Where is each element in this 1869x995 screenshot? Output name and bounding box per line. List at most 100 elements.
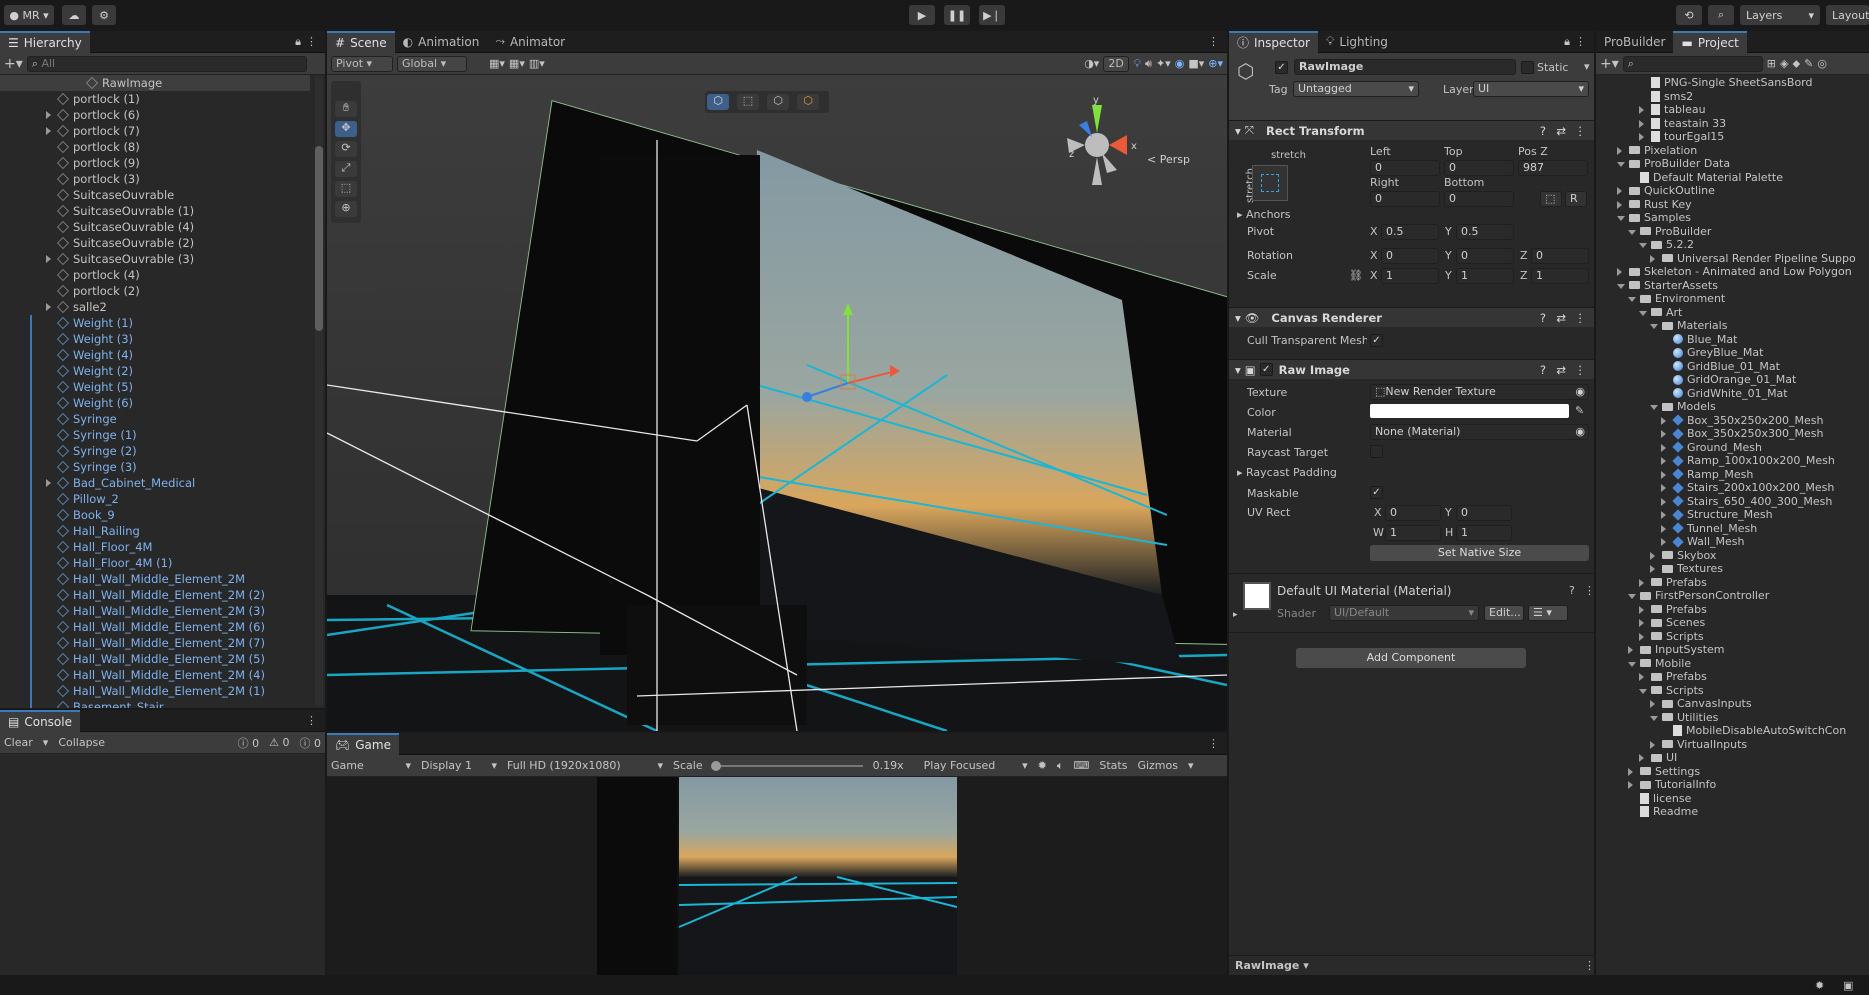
- chevron-right-icon[interactable]: [1628, 767, 1633, 776]
- project-item[interactable]: GridBlue_01_Mat: [1596, 360, 1869, 374]
- resolution-dropdown[interactable]: Full HD (1920x1080) ▾: [507, 759, 663, 772]
- chevron-right-icon[interactable]: [46, 479, 51, 487]
- hand-tool-icon[interactable]: ✋︎: [335, 101, 357, 117]
- chevron-right-icon[interactable]: [1650, 565, 1655, 573]
- clear-button[interactable]: Clear: [4, 736, 33, 749]
- chevron-down-icon[interactable]: [1628, 297, 1636, 302]
- presets-icon[interactable]: ⇄: [1556, 311, 1566, 325]
- anchors-foldout[interactable]: ▸ Anchors: [1237, 208, 1291, 221]
- hierarchy-item[interactable]: Bad_Cabinet_Medical: [0, 475, 310, 491]
- hierarchy-item[interactable]: Weight (5): [0, 379, 310, 395]
- rect-tool-icon[interactable]: ⬚: [335, 181, 357, 197]
- chevron-right-icon[interactable]: [46, 303, 51, 311]
- chevron-down-icon[interactable]: [1650, 324, 1658, 329]
- kebab-icon[interactable]: ⋮: [306, 35, 317, 48]
- chevron-down-icon[interactable]: [1617, 216, 1625, 221]
- chevron-right-icon[interactable]: [1650, 254, 1655, 263]
- warn-count-button[interactable]: ⚠ 0: [269, 736, 289, 749]
- debug-icon[interactable]: ✹: [1815, 979, 1824, 992]
- lighting-icon[interactable]: 💡︎: [1133, 57, 1141, 71]
- snap-icon[interactable]: ▦▾: [509, 57, 525, 70]
- gizmos-icon[interactable]: ⊕▾: [1208, 57, 1223, 70]
- chevron-right-icon[interactable]: [1639, 106, 1644, 114]
- stats-button[interactable]: Stats: [1099, 759, 1127, 772]
- chevron-down-icon[interactable]: ▾: [43, 736, 49, 749]
- scale-z-input[interactable]: 1: [1531, 268, 1589, 284]
- lock-icon[interactable]: 🔒︎: [295, 35, 301, 49]
- project-item[interactable]: Samples: [1596, 211, 1869, 225]
- project-item[interactable]: GreyBlue_Mat: [1596, 346, 1869, 360]
- raw-image-enabled-checkbox[interactable]: ✓: [1259, 363, 1273, 376]
- hierarchy-item[interactable]: Weight (1): [0, 315, 310, 331]
- uv-h-input[interactable]: 1: [1456, 525, 1512, 541]
- scale-y-input[interactable]: 1: [1456, 268, 1514, 284]
- project-item[interactable]: GridWhite_01_Mat: [1596, 387, 1869, 401]
- chevron-right-icon[interactable]: [1617, 268, 1622, 276]
- create-icon[interactable]: ⊞: [1767, 57, 1776, 70]
- layers-dropdown[interactable]: Layers ▾: [1740, 5, 1820, 25]
- rect-icon[interactable]: ⬚: [737, 94, 759, 110]
- chevron-down-icon[interactable]: [1639, 310, 1647, 316]
- collapse-button[interactable]: Collapse: [58, 736, 105, 749]
- project-item[interactable]: license: [1596, 792, 1869, 806]
- hierarchy-item[interactable]: Pillow_2: [0, 491, 310, 507]
- project-item[interactable]: Rust Key: [1596, 198, 1869, 212]
- project-item[interactable]: PNG-Single SheetSansBord: [1596, 76, 1869, 90]
- raycast-padding-foldout[interactable]: ▸ Raycast Padding: [1237, 466, 1337, 479]
- chevron-right-icon[interactable]: [1639, 754, 1644, 762]
- add-component-button[interactable]: Add Component: [1296, 648, 1526, 668]
- project-item[interactable]: Prefabs: [1596, 670, 1869, 684]
- chevron-right-icon[interactable]: [1661, 484, 1666, 492]
- project-item[interactable]: Ground_Mesh: [1596, 441, 1869, 455]
- tab-scene[interactable]: # Scene: [327, 31, 395, 53]
- scene-render[interactable]: y z x: [327, 75, 1227, 731]
- filter-type-icon[interactable]: ◈: [1780, 57, 1788, 70]
- project-item[interactable]: Wall_Mesh: [1596, 535, 1869, 549]
- kebab-icon[interactable]: ⋮: [1584, 584, 1594, 597]
- project-item[interactable]: Materials: [1596, 319, 1869, 333]
- chevron-right-icon[interactable]: [1661, 497, 1666, 506]
- project-item[interactable]: CanvasInputs: [1596, 697, 1869, 711]
- hierarchy-search-input[interactable]: ⌕ All: [26, 55, 307, 72]
- project-item[interactable]: Pixelation: [1596, 144, 1869, 158]
- project-item[interactable]: Box_350x250x300_Mesh: [1596, 427, 1869, 441]
- progress-icon[interactable]: ▣: [1843, 979, 1853, 992]
- help-icon[interactable]: ?: [1569, 584, 1575, 597]
- kebab-icon[interactable]: ⋮: [1575, 35, 1586, 48]
- add-icon[interactable]: +▾: [4, 56, 23, 72]
- hierarchy-item[interactable]: portlock (3): [0, 171, 310, 187]
- chevron-down-icon[interactable]: ▾: [1188, 759, 1194, 772]
- help-icon[interactable]: ?: [1540, 311, 1546, 325]
- eye-icon[interactable]: ◎: [1817, 57, 1827, 70]
- shader-dropdown[interactable]: UI/Default ▾: [1329, 605, 1479, 621]
- rect-transform-header[interactable]: ▾ ⤧ Rect Transform ? ⇄ ⋮: [1229, 120, 1594, 140]
- project-item[interactable]: Stairs_650_400_300_Mesh: [1596, 495, 1869, 509]
- game-render[interactable]: [597, 777, 957, 975]
- chevron-right-icon[interactable]: [1617, 200, 1622, 209]
- project-item[interactable]: Settings: [1596, 765, 1869, 779]
- chevron-right-icon[interactable]: [46, 127, 51, 135]
- project-item[interactable]: ProBuilder Data: [1596, 157, 1869, 171]
- hierarchy-item[interactable]: Syringe (1): [0, 427, 310, 443]
- object-name-input[interactable]: RawImage: [1294, 59, 1516, 75]
- project-item[interactable]: Blue_Mat: [1596, 333, 1869, 347]
- project-item[interactable]: Mobile: [1596, 657, 1869, 671]
- chevron-down-icon[interactable]: [1628, 229, 1636, 235]
- chevron-right-icon[interactable]: [1661, 511, 1666, 519]
- cloud-icon[interactable]: ☁: [62, 5, 86, 25]
- hierarchy-item[interactable]: SuitcaseOuvrable (4): [0, 219, 310, 235]
- play-focused-dropdown[interactable]: Play Focused ▾: [924, 759, 1028, 772]
- project-item[interactable]: tableau: [1596, 103, 1869, 117]
- uv-y-input[interactable]: 0: [1456, 505, 1512, 521]
- layout-dropdown[interactable]: Layout: [1826, 5, 1869, 25]
- chevron-right-icon[interactable]: [1661, 416, 1666, 425]
- static-checkbox[interactable]: [1521, 61, 1534, 74]
- tab-project[interactable]: ▬ Project: [1673, 31, 1747, 53]
- project-item[interactable]: Skeleton - Animated and Low Polygon: [1596, 265, 1869, 279]
- project-item[interactable]: Models: [1596, 400, 1869, 414]
- tab-inspector[interactable]: ⓘ Inspector: [1229, 31, 1318, 53]
- material-field[interactable]: None (Material) ◉: [1370, 424, 1589, 440]
- audio-icon[interactable]: 🔊︎: [1145, 57, 1152, 71]
- tab-hierarchy[interactable]: ☰ Hierarchy: [0, 31, 90, 53]
- chevron-right-icon[interactable]: [1628, 781, 1633, 789]
